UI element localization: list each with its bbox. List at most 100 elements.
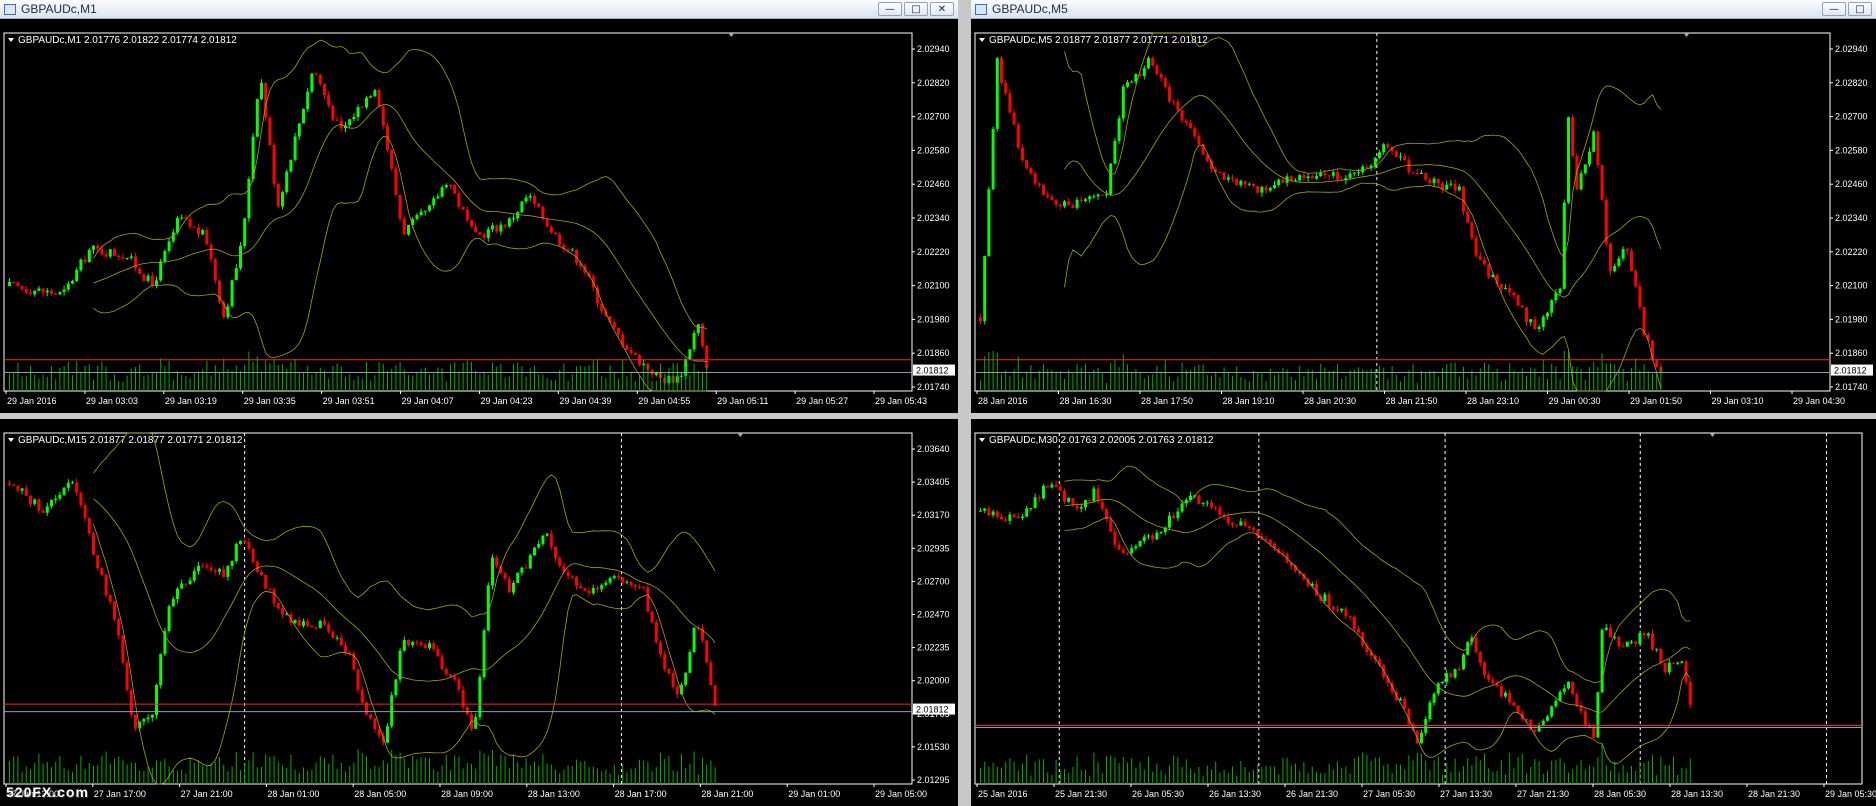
candle-body bbox=[12, 281, 16, 283]
candle-body bbox=[1365, 166, 1369, 168]
candle-body bbox=[1050, 484, 1054, 488]
chart-window-m15[interactable]: GBPAUDc,M15 2.01877 2.01877 2.01771 2.01… bbox=[0, 419, 958, 806]
candle-body bbox=[142, 719, 146, 722]
candle-body bbox=[176, 588, 179, 600]
candle-body bbox=[100, 248, 104, 255]
candle-body bbox=[1096, 194, 1100, 197]
candle-body bbox=[1399, 156, 1402, 158]
candle-body bbox=[1567, 117, 1570, 203]
candle-body bbox=[991, 511, 995, 516]
candle-body bbox=[1516, 295, 1520, 306]
candle-body bbox=[1100, 501, 1104, 509]
candle-body bbox=[1600, 165, 1604, 200]
chart-window-m5[interactable]: GBPAUDc,M5 — □ GBPAUDc,M5 2.01877 2.0187… bbox=[971, 0, 1876, 413]
candle-body bbox=[692, 332, 696, 350]
candle-body bbox=[1126, 82, 1129, 87]
candle-body bbox=[1021, 516, 1024, 518]
candle-body bbox=[1025, 159, 1029, 169]
candle-body bbox=[1466, 211, 1470, 223]
candle-body bbox=[512, 582, 515, 593]
time-axis-label: 27 Jan 17:00 bbox=[94, 789, 146, 799]
candle-body bbox=[415, 215, 419, 219]
price-axis-label: 2.02580 bbox=[1835, 145, 1868, 155]
candle-body bbox=[440, 656, 444, 670]
candle-body bbox=[407, 639, 410, 646]
chart-ohlc-header: GBPAUDc,M30 2.01763 2.02005 2.01763 2.01… bbox=[989, 435, 1214, 446]
candle-body bbox=[1672, 662, 1675, 664]
candle-body bbox=[323, 83, 326, 96]
candle-body bbox=[352, 116, 356, 120]
candle-body bbox=[1688, 681, 1692, 705]
candle-body bbox=[41, 288, 45, 293]
chart-area[interactable]: GBPAUDc,M5 2.01877 2.01877 2.01771 2.018… bbox=[971, 19, 1876, 413]
candle-body bbox=[591, 587, 595, 594]
candle-body bbox=[1403, 156, 1407, 160]
candle-body bbox=[1453, 183, 1457, 191]
candle-body bbox=[1000, 517, 1003, 520]
candle-body bbox=[125, 662, 129, 691]
window-title: GBPAUDc,M1 bbox=[21, 2, 97, 16]
maximize-button[interactable]: □ bbox=[904, 2, 928, 16]
candle-body bbox=[1201, 502, 1205, 504]
candle-body bbox=[1092, 196, 1096, 198]
chart-window-m1[interactable]: GBPAUDc,M1 — □ ✕ GBPAUDc,M1 2.01776 2.01… bbox=[0, 0, 958, 413]
candle-body bbox=[1516, 705, 1520, 713]
candle-body bbox=[1226, 516, 1230, 523]
candle-body bbox=[1331, 172, 1335, 176]
candle-body bbox=[1562, 688, 1566, 692]
time-axis-label: 28 Jan 17:00 bbox=[615, 789, 667, 799]
candle-body bbox=[96, 245, 100, 249]
candle-body bbox=[1197, 135, 1201, 144]
candle-body bbox=[45, 506, 49, 513]
time-axis-label: 29 Jan 00:30 bbox=[1549, 396, 1601, 406]
candle-body bbox=[108, 249, 112, 257]
candle-body bbox=[684, 672, 688, 685]
chart-area[interactable]: GBPAUDc,M15 2.01877 2.01877 2.01771 2.01… bbox=[0, 419, 958, 806]
candle-body bbox=[1235, 178, 1239, 186]
candle-body bbox=[356, 107, 360, 117]
candle-body bbox=[369, 714, 373, 719]
candle-body bbox=[1088, 500, 1092, 502]
candle-body bbox=[344, 645, 347, 653]
candle-body bbox=[255, 561, 259, 572]
candle-body bbox=[1075, 505, 1079, 509]
candle-body bbox=[1537, 326, 1541, 329]
window-titlebar[interactable]: GBPAUDc,M1 — □ ✕ bbox=[0, 0, 958, 19]
candle-body bbox=[281, 608, 284, 615]
candle-body bbox=[1016, 124, 1020, 148]
candle-body bbox=[205, 566, 209, 568]
price-axis-label: 2.02000 bbox=[917, 676, 950, 686]
candle-body bbox=[1441, 681, 1444, 684]
time-axis-label: 29 Jan 03:19 bbox=[165, 396, 217, 406]
window-title: GBPAUDc,M5 bbox=[992, 2, 1068, 16]
minimize-button[interactable]: — bbox=[878, 2, 902, 16]
candle-body bbox=[222, 569, 226, 577]
chart-window-m30[interactable]: GBPAUDc,M30 2.01763 2.02005 2.01763 2.01… bbox=[971, 419, 1876, 806]
candle-body bbox=[134, 714, 137, 729]
candle-body bbox=[310, 73, 314, 92]
candle-body bbox=[1596, 131, 1600, 166]
candle-body bbox=[1071, 205, 1075, 208]
candle-body bbox=[29, 292, 32, 295]
candle-body bbox=[428, 643, 431, 648]
candle-body bbox=[1520, 305, 1524, 308]
candle-body bbox=[558, 234, 562, 245]
candle-body bbox=[104, 575, 108, 596]
candle-body bbox=[516, 572, 520, 583]
candle-body bbox=[705, 345, 709, 369]
candle-body bbox=[37, 288, 41, 291]
maximize-button[interactable]: □ bbox=[1848, 2, 1872, 16]
candle-body bbox=[302, 109, 305, 124]
minimize-button[interactable]: — bbox=[1822, 2, 1846, 16]
close-button[interactable]: ✕ bbox=[930, 2, 954, 16]
candle-body bbox=[66, 482, 70, 488]
candle-body bbox=[461, 206, 465, 210]
chart-area[interactable]: GBPAUDc,M30 2.01763 2.02005 2.01763 2.01… bbox=[971, 419, 1876, 806]
chart-area[interactable]: GBPAUDc,M1 2.01776 2.01822 2.01774 2.018… bbox=[0, 19, 958, 413]
candle-body bbox=[1025, 508, 1029, 517]
candle-body bbox=[54, 498, 58, 501]
candle-body bbox=[1306, 176, 1310, 179]
candle-body bbox=[171, 599, 175, 607]
chart-shift-icon bbox=[1709, 433, 1716, 437]
window-titlebar[interactable]: GBPAUDc,M5 — □ bbox=[971, 0, 1876, 19]
